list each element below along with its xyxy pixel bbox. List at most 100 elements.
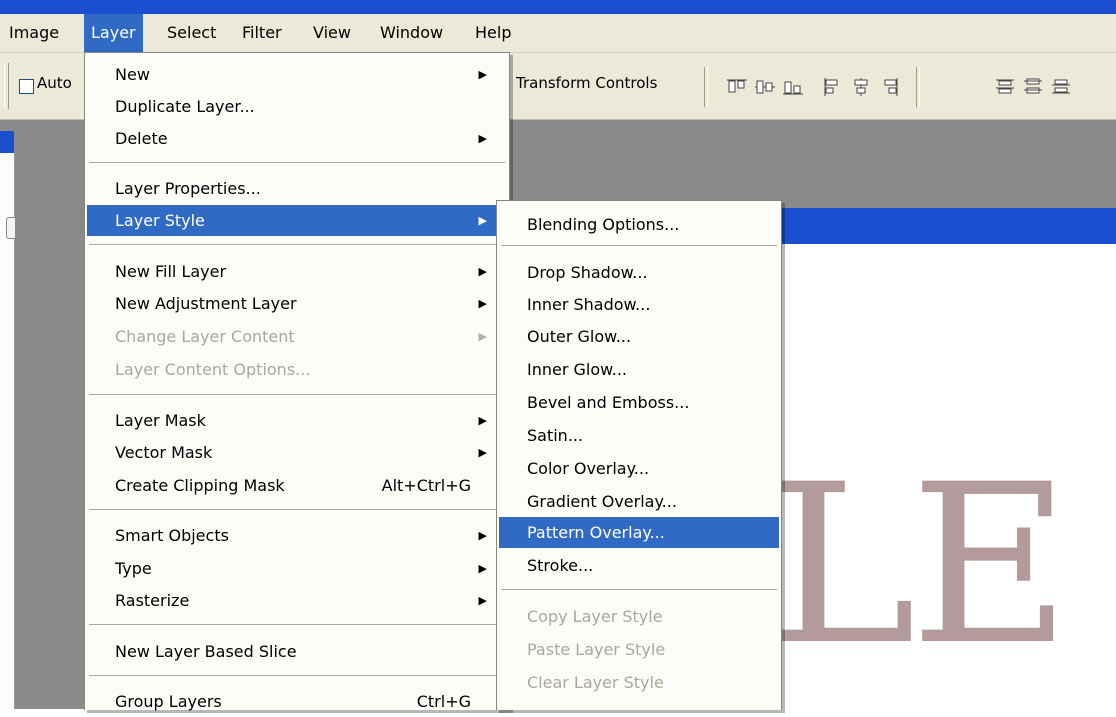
menu-item-label: Delete (115, 129, 168, 148)
submenu-arrow-icon: ▶ (478, 594, 487, 607)
menu-item-label: Inner Glow... (527, 360, 628, 379)
menu-item-new[interactable]: New ▶ (87, 59, 507, 90)
menu-item-duplicate-layer[interactable]: Duplicate Layer... (87, 91, 507, 122)
menu-item-label: New Layer Based Slice (115, 642, 297, 661)
menu-item-create-clipping-mask[interactable]: Create Clipping Mask Alt+Ctrl+G (87, 470, 507, 501)
menu-item-new-layer-based-slice[interactable]: New Layer Based Slice (87, 636, 507, 667)
menu-item-layer-mask[interactable]: Layer Mask ▶ (87, 405, 507, 436)
menu-item-label: New (115, 65, 150, 84)
menu-item-label: Gradient Overlay... (527, 492, 677, 511)
canvas-text-layer: LE (770, 437, 1071, 693)
tools-panel-edge (0, 153, 15, 709)
menu-item-pattern-overlay[interactable]: Pattern Overlay... (499, 517, 779, 548)
panel-collapse-handle[interactable] (6, 217, 15, 239)
layer-style-submenu: Blending Options... Drop Shadow... Inner… (496, 200, 782, 710)
menu-separator (501, 589, 777, 591)
menu-item-label: Color Overlay... (527, 459, 650, 478)
menu-item-label: New Adjustment Layer (115, 294, 297, 313)
auto-select-label: Auto (37, 74, 72, 92)
menu-item-new-adjustment-layer[interactable]: New Adjustment Layer ▶ (87, 288, 507, 319)
menu-item-inner-shadow[interactable]: Inner Shadow... (499, 289, 779, 320)
menu-item-paste-layer-style: Paste Layer Style (499, 634, 779, 665)
menu-item-copy-layer-style: Copy Layer Style (499, 601, 779, 632)
align-right-edges-icon[interactable] (878, 77, 900, 97)
menu-item-layer-properties[interactable]: Layer Properties... (87, 173, 507, 204)
menu-item-label: Vector Mask (115, 443, 213, 462)
distribute-vertical-centers-icon[interactable] (1022, 77, 1044, 97)
menu-item-type[interactable]: Type ▶ (87, 553, 507, 584)
toolbar-grip[interactable] (4, 63, 9, 109)
submenu-arrow-icon: ▶ (478, 68, 487, 81)
menu-layer[interactable]: Layer (84, 14, 143, 52)
submenu-arrow-icon: ▶ (478, 446, 487, 459)
menu-item-label: Smart Objects (115, 526, 229, 545)
title-bar-strip (0, 0, 1116, 14)
auto-select-checkbox[interactable] (19, 79, 34, 94)
menu-item-satin[interactable]: Satin... (499, 420, 779, 451)
menu-item-label: Rasterize (115, 591, 190, 610)
menu-item-change-layer-content: Change Layer Content ▶ (87, 321, 507, 352)
align-bottom-edges-icon[interactable] (782, 77, 804, 97)
menu-item-rasterize[interactable]: Rasterize ▶ (87, 585, 507, 616)
distribute-top-edges-icon[interactable] (994, 77, 1016, 97)
menu-item-inner-glow[interactable]: Inner Glow... (499, 354, 779, 385)
menu-item-smart-objects[interactable]: Smart Objects ▶ (87, 520, 507, 551)
menu-item-bevel-and-emboss[interactable]: Bevel and Emboss... (499, 387, 779, 418)
menu-item-outer-glow[interactable]: Outer Glow... (499, 321, 779, 352)
menu-item-label: Paste Layer Style (527, 640, 666, 659)
menu-item-layer-content-options: Layer Content Options... (87, 354, 507, 385)
align-top-edges-icon[interactable] (726, 77, 748, 97)
toolbar-divider (916, 67, 920, 107)
menu-item-label: Type (115, 559, 152, 578)
menu-separator (89, 624, 505, 626)
menu-item-drop-shadow[interactable]: Drop Shadow... (499, 257, 779, 288)
distribute-bottom-edges-icon[interactable] (1050, 77, 1072, 97)
menu-item-label: Stroke... (527, 556, 594, 575)
align-vertical-centers-icon[interactable] (754, 77, 776, 97)
menu-filter[interactable]: Filter (235, 14, 289, 52)
menu-item-group-layers[interactable]: Group Layers Ctrl+G (87, 686, 507, 717)
menu-item-label: Create Clipping Mask (115, 476, 285, 495)
menu-item-label: Satin... (527, 426, 584, 445)
menu-item-label: Copy Layer Style (527, 607, 663, 626)
menu-item-new-fill-layer[interactable]: New Fill Layer ▶ (87, 256, 507, 287)
menu-item-shortcut: Alt+Ctrl+G (381, 476, 471, 495)
layer-menu: New ▶ Duplicate Layer... Delete ▶ Layer … (84, 52, 510, 711)
menu-help[interactable]: Help (468, 14, 518, 52)
menu-separator (89, 162, 505, 164)
menu-separator (89, 244, 505, 246)
menu-item-color-overlay[interactable]: Color Overlay... (499, 453, 779, 484)
menu-separator (501, 245, 777, 247)
menu-separator (89, 675, 505, 677)
menu-separator (89, 394, 505, 396)
menu-item-label: Inner Shadow... (527, 295, 651, 314)
submenu-arrow-icon: ▶ (478, 214, 487, 227)
menu-item-shortcut: Ctrl+G (416, 692, 471, 711)
menu-item-gradient-overlay[interactable]: Gradient Overlay... (499, 486, 779, 517)
menu-item-label: Group Layers (115, 692, 222, 711)
align-horizontal-centers-icon[interactable] (850, 77, 872, 97)
transform-controls-label[interactable]: Transform Controls (516, 74, 657, 92)
menu-item-blending-options[interactable]: Blending Options... (499, 209, 779, 240)
menu-item-stroke[interactable]: Stroke... (499, 550, 779, 581)
menu-item-vector-mask[interactable]: Vector Mask ▶ (87, 437, 507, 468)
menu-item-label: Clear Layer Style (527, 673, 664, 692)
submenu-arrow-icon: ▶ (478, 529, 487, 542)
menu-item-label: Layer Properties... (115, 179, 261, 198)
submenu-arrow-icon: ▶ (478, 414, 487, 427)
menu-select[interactable]: Select (160, 14, 223, 52)
menu-item-label: Duplicate Layer... (115, 97, 255, 116)
menu-window[interactable]: Window (373, 14, 450, 52)
menu-view[interactable]: View (306, 14, 358, 52)
menu-item-label: Drop Shadow... (527, 263, 648, 282)
submenu-arrow-icon: ▶ (478, 265, 487, 278)
menu-item-label: Bevel and Emboss... (527, 393, 690, 412)
menu-item-label: Blending Options... (527, 215, 680, 234)
menu-bar: Image Layer Select Filter View Window He… (0, 14, 1116, 53)
toolbar-divider (704, 67, 708, 107)
menu-item-clear-layer-style: Clear Layer Style (499, 667, 779, 698)
menu-item-delete[interactable]: Delete ▶ (87, 123, 507, 154)
align-left-edges-icon[interactable] (822, 77, 844, 97)
menu-item-layer-style[interactable]: Layer Style ▶ (87, 205, 507, 236)
menu-image[interactable]: Image (2, 14, 66, 52)
